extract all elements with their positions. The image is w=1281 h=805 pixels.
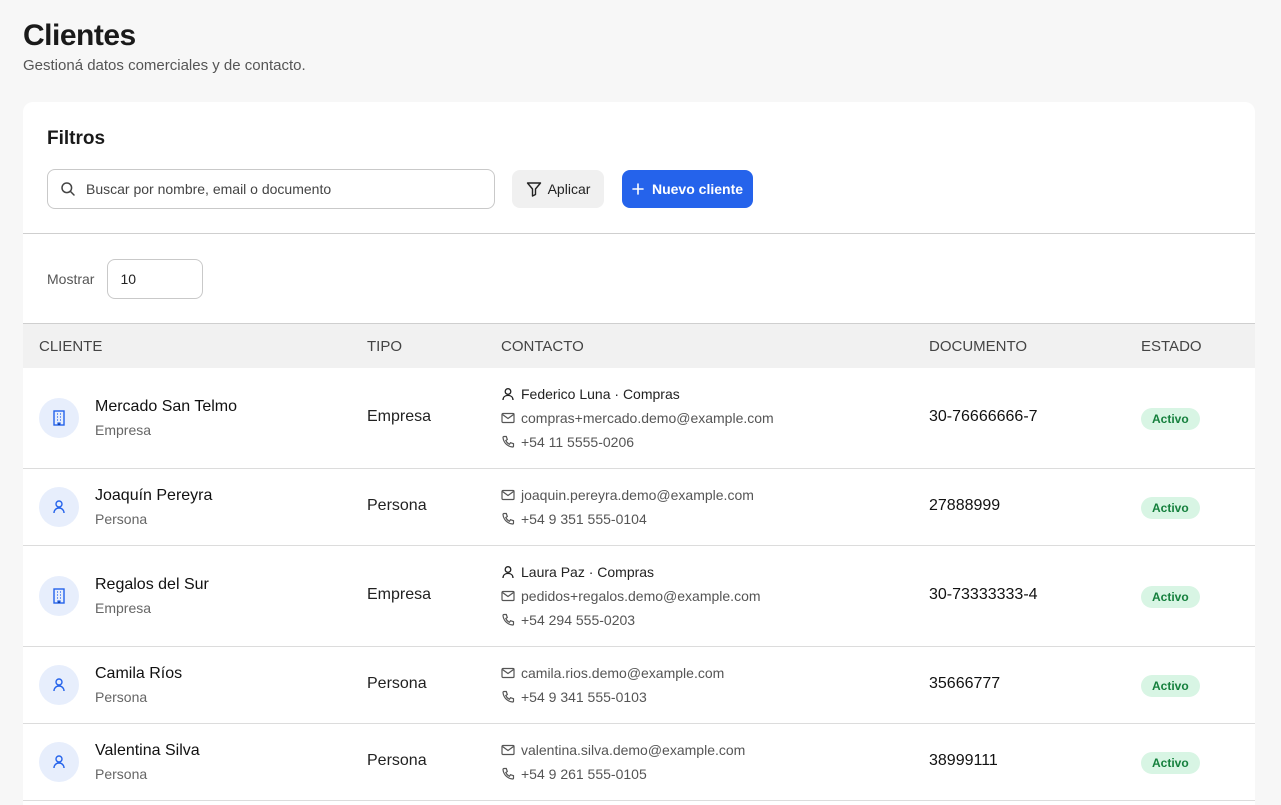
mail-icon [501,666,515,680]
status-badge: Activo [1141,752,1200,774]
mail-icon [501,589,515,603]
status-badge: Activo [1141,586,1200,608]
filters-section: Filtros Aplicar Nuevo cliente [23,102,1255,234]
new-client-label: Nuevo cliente [651,181,744,197]
client-type-sub: Persona [95,766,148,782]
column-header-tipo: TIPO [367,338,403,355]
person-icon [501,387,515,401]
filter-icon [526,181,542,197]
contact-phone[interactable]: +54 9 341 555-0103 [521,689,647,705]
status-badge: Activo [1141,675,1200,697]
client-document: 38999111 [929,752,998,769]
contact-person: Federico Luna · Compras [521,386,680,402]
column-header-contacto: CONTACTO [501,338,584,355]
client-name: Mercado San Telmo [95,398,237,415]
apply-button[interactable]: Aplicar [512,170,604,208]
phone-icon [501,435,515,449]
mail-icon [501,743,515,757]
contact-cell: camila.rios.demo@example.com +54 9 341 5… [501,661,724,709]
contact-cell: joaquin.pereyra.demo@example.com +54 9 3… [501,483,754,531]
clients-card: Filtros Aplicar Nuevo cliente [23,102,1255,805]
phone-icon [501,512,515,526]
contact-phone[interactable]: +54 294 555-0203 [521,612,635,628]
search-input[interactable] [86,181,466,197]
contact-email[interactable]: joaquin.pereyra.demo@example.com [521,487,754,503]
building-icon [39,398,79,438]
search-box[interactable] [47,169,495,209]
search-icon [60,181,76,197]
contact-phone[interactable]: +54 9 351 555-0104 [521,511,647,527]
contact-email[interactable]: valentina.silva.demo@example.com [521,742,745,758]
client-type-sub: Persona [95,689,148,705]
contact-email[interactable]: compras+mercado.demo@example.com [521,410,774,426]
client-type-sub: Persona [95,511,148,527]
client-name: Valentina Silva [95,742,200,759]
client-document: 30-73333333-4 [929,586,1038,603]
phone-icon [501,690,515,704]
client-type-sub: Empresa [95,422,152,438]
table-header: CLIENTE TIPO CONTACTO DOCUMENTO ESTADO [23,323,1255,368]
show-label: Mostrar [47,270,95,287]
contact-email[interactable]: pedidos+regalos.demo@example.com [521,588,761,604]
column-header-documento: DOCUMENTO [929,338,1028,355]
apply-label: Aplicar [547,181,591,197]
client-type: Empresa [367,408,432,425]
table-row[interactable]: Mercado San Telmo Empresa Empresa Federi… [23,368,1255,469]
contact-phone[interactable]: +54 9 261 555-0105 [521,766,647,782]
page-title: Clientes [23,19,136,52]
building-icon [39,576,79,616]
client-document: 30-76666666-7 [929,408,1038,425]
column-header-cliente: CLIENTE [39,338,103,355]
page-subtitle: Gestioná datos comerciales y de contacto… [23,57,306,74]
client-name: Joaquín Pereyra [95,487,213,504]
column-header-estado: ESTADO [1141,338,1202,355]
client-document: 27888999 [929,497,1001,514]
table-row[interactable]: Joaquín Pereyra Persona Persona joaquin.… [23,469,1255,546]
phone-icon [501,613,515,627]
client-type-sub: Empresa [95,600,152,616]
person-icon [39,665,79,705]
person-icon [39,742,79,782]
mail-icon [501,488,515,502]
status-badge: Activo [1141,408,1200,430]
table-row[interactable]: Valentina Silva Persona Persona valentin… [23,724,1255,801]
status-badge: Activo [1141,497,1200,519]
client-name: Camila Ríos [95,665,183,682]
plus-icon [632,183,644,195]
contact-person: Laura Paz · Compras [521,564,655,580]
new-client-button[interactable]: Nuevo cliente [622,170,753,208]
mail-icon [501,411,515,425]
contact-cell: Laura Paz · Compras pedidos+regalos.demo… [501,560,761,632]
filters-title: Filtros [47,128,106,149]
table-row[interactable]: Regalos del Sur Empresa Empresa Laura Pa… [23,546,1255,647]
contact-cell: valentina.silva.demo@example.com +54 9 2… [501,738,745,786]
client-type: Persona [367,675,427,692]
client-name: Regalos del Sur [95,576,209,593]
person-icon [501,565,515,579]
client-type: Persona [367,497,427,514]
page-size-select[interactable]: 10 [107,258,204,299]
phone-icon [501,767,515,781]
person-icon [39,487,79,527]
client-type: Empresa [367,586,432,603]
page-header: Clientes Gestioná datos comerciales y de… [23,18,306,74]
client-document: 35666777 [929,675,1001,692]
page-size-row: Mostrar 10 [23,234,1255,323]
contact-cell: Federico Luna · Compras compras+mercado.… [501,382,774,454]
contact-email[interactable]: camila.rios.demo@example.com [521,665,724,681]
table-row[interactable]: Camila Ríos Persona Persona camila.rios.… [23,647,1255,724]
client-type: Persona [367,752,427,769]
contact-phone[interactable]: +54 11 5555-0206 [521,434,634,450]
